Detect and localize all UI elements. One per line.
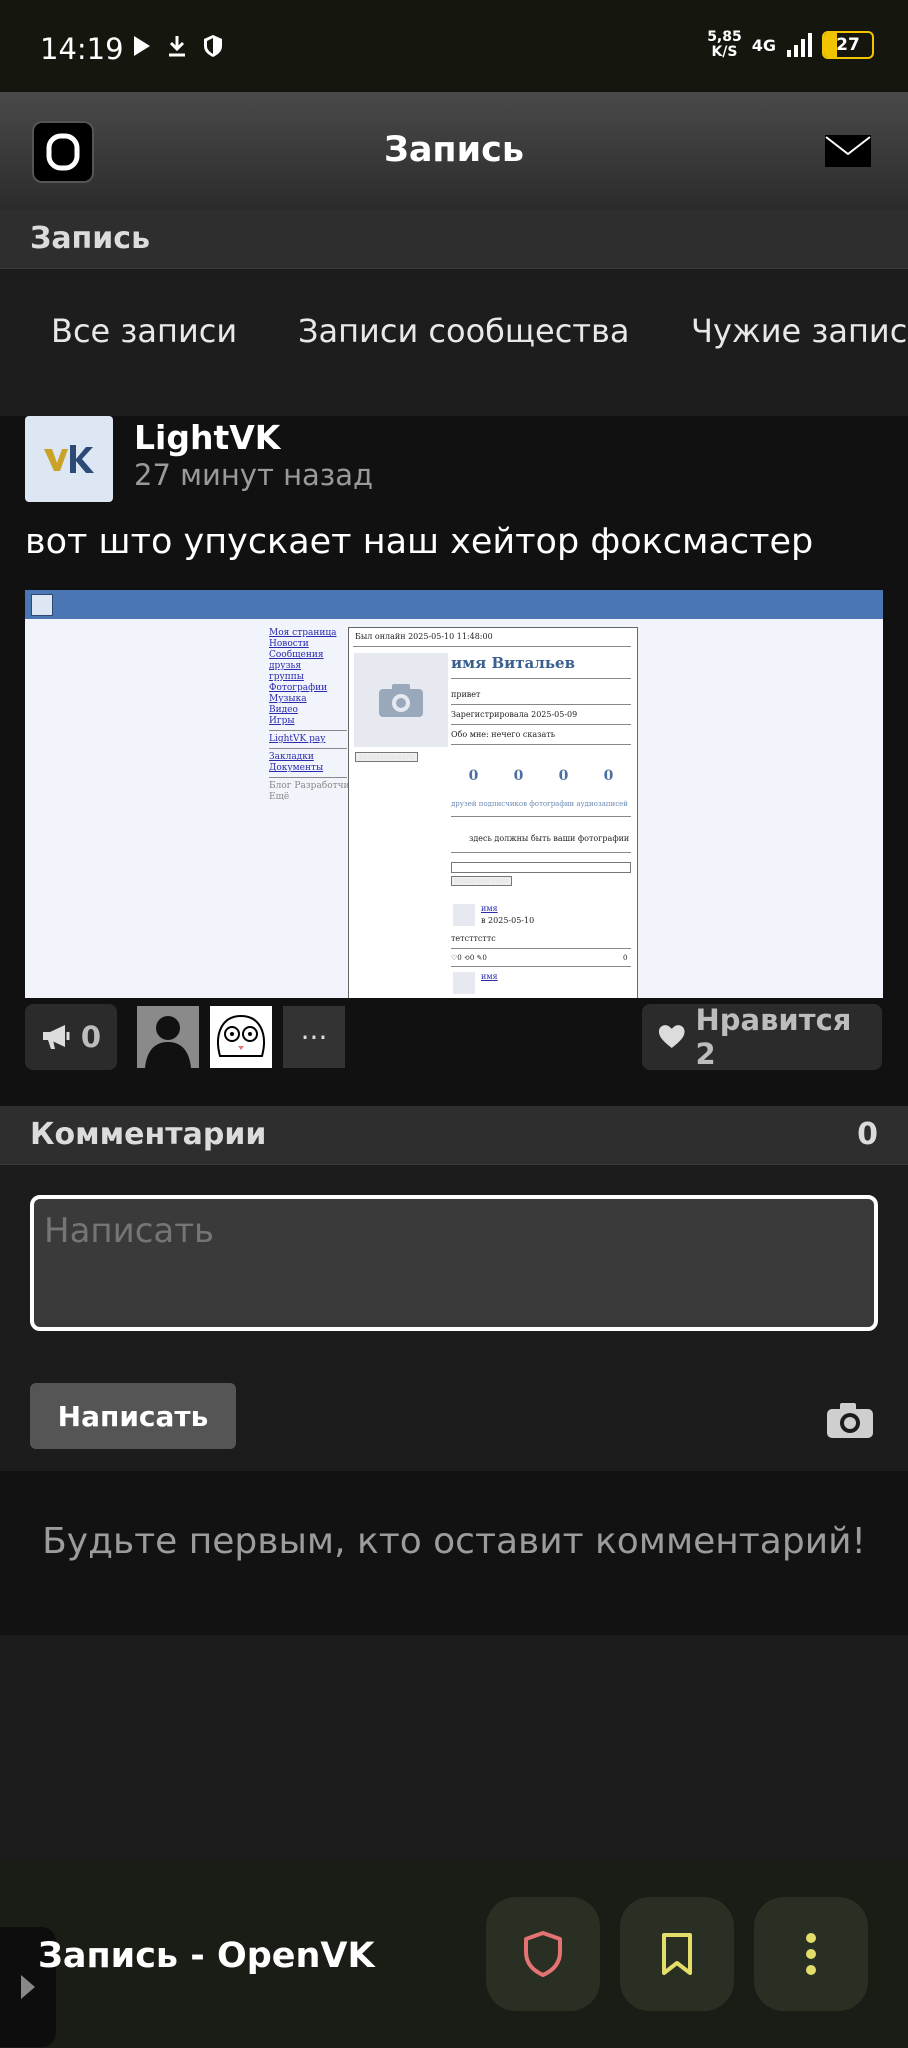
signal-icon (787, 33, 812, 57)
shot-empty-photos: здесь должны быть ваши фотографии (469, 834, 630, 843)
shot-name: имя Витальев (451, 654, 575, 672)
heart-icon (658, 1025, 685, 1048)
comment-input[interactable] (30, 1195, 878, 1331)
megaphone-icon (43, 1025, 70, 1049)
repost-button[interactable]: 0 (25, 1004, 117, 1070)
shot-wall-text: тетсттсттс (451, 934, 496, 943)
shot-count: 0 (468, 768, 479, 784)
network-speed: 5,85 K/S (707, 30, 742, 60)
shot-divider (451, 966, 631, 967)
empty-comments-text: Будьте первым, кто оставит комментарий! (42, 1521, 866, 1562)
like-label: Нравится 2 (695, 1003, 852, 1071)
comments-header: Комментарии 0 (0, 1106, 908, 1165)
like-button[interactable]: Нравится 2 (642, 1003, 882, 1071)
shot-divider (451, 948, 631, 949)
play-icon (134, 36, 150, 56)
comment-form: Написать (0, 1165, 908, 1471)
battery-icon: 27 (822, 31, 874, 59)
shot-logo-icon (31, 594, 53, 616)
vk-logo-icon (38, 437, 100, 481)
cartoon-cat-icon (210, 1006, 272, 1068)
battery-fill (824, 33, 837, 57)
shot-divider (451, 744, 631, 745)
shot-wall-date: в 2025-05-10 (481, 916, 535, 925)
more-options-button[interactable] (754, 1897, 868, 2011)
empty-comments: Будьте первым, кто оставит комментарий! (0, 1471, 908, 1635)
page-title: Запись (383, 130, 525, 170)
shot-nav-divider (269, 730, 347, 731)
shot-count: 0 (558, 768, 569, 784)
status-icons (132, 34, 224, 58)
mail-icon[interactable] (824, 134, 872, 172)
shot-divider (451, 816, 631, 817)
shot-divider (451, 852, 631, 853)
browser-page-title: Запись - OpenVK (38, 1936, 375, 1976)
shield-button[interactable] (486, 1897, 600, 2011)
shot-wall-author: имя (481, 972, 498, 981)
shot-online: Был онлайн 2025-05-10 11:48:00 (355, 632, 493, 641)
shot-registered: Зарегистрировала 2025-05-09 (451, 710, 578, 719)
shot-nav-divider (269, 777, 347, 778)
shot-camera-icon (354, 653, 448, 747)
app-bar: Запись (0, 92, 908, 210)
avatar[interactable] (25, 416, 113, 502)
more-likers-button[interactable]: ··· (283, 1006, 345, 1068)
shot-wall-author: имя (481, 904, 498, 913)
liker-avatar[interactable] (210, 1006, 272, 1068)
tab-others-posts[interactable]: Чужие записи (691, 312, 908, 350)
shot-header (25, 590, 883, 619)
bookmark-button[interactable] (620, 1897, 734, 2011)
repost-count: 0 (80, 1020, 101, 1054)
chevron-right-icon (21, 1975, 35, 1999)
shield-icon (204, 35, 222, 57)
network-type: 4G (751, 35, 776, 55)
speed-unit: K/S (711, 44, 738, 60)
shot-divider (353, 646, 631, 647)
download-icon (169, 36, 185, 57)
post-time[interactable]: 27 минут назад (134, 458, 373, 492)
more-vertical-icon (806, 1933, 816, 1975)
status-time: 14:19 (40, 32, 124, 66)
submit-comment-button[interactable]: Написать (30, 1383, 236, 1449)
shot-status: привет (451, 690, 481, 699)
bookmark-icon (662, 1933, 692, 1975)
shot-count: 0 (603, 768, 614, 784)
shot-about: Обо мне: нечего сказать (451, 730, 556, 739)
shield-icon (524, 1931, 562, 1977)
shot-input (451, 862, 631, 873)
camera-icon[interactable] (826, 1401, 874, 1443)
person-silhouette-icon (137, 1006, 199, 1068)
section-header: Запись (0, 210, 908, 269)
shot-divider (451, 678, 631, 679)
tab-community-posts[interactable]: Записи сообщества (298, 312, 629, 350)
speed-value: 5,85 (707, 29, 742, 45)
shot-wall-right: 0 (623, 954, 628, 962)
shot-counts: 0 0 0 0 (451, 768, 631, 784)
shot-divider (451, 724, 631, 725)
shot-mini-avatar (453, 972, 475, 994)
comments-count: 0 (857, 1117, 878, 1152)
comments-title: Комментарии (30, 1117, 267, 1152)
shot-count-labels: друзей подписчиков фотографии аудиозапис… (451, 800, 628, 808)
post-text: вот што упускает наш хейтор фоксмастер (25, 522, 814, 562)
shot-edit-button: редактировать (355, 752, 418, 762)
shot-mini-avatar (453, 904, 475, 926)
tab-all-posts[interactable]: Все записи (51, 312, 237, 350)
post-actions: 0 ··· Нравится 2 (0, 1003, 908, 1071)
browser-bottom-bar: Запись - OpenVK (0, 1859, 908, 2048)
post-author[interactable]: LightVK (134, 418, 280, 457)
shot-write-button: написать пост (451, 876, 512, 886)
shot-profile: Был онлайн 2025-05-10 11:48:00 редактиро… (348, 627, 638, 998)
wall-tabs: Все записи Записи сообщества Чужие запис… (0, 278, 908, 416)
status-right: 5,85 K/S 4G 27 (707, 30, 874, 60)
post-image[interactable]: Моя страница Новости Сообщения друзья гр… (25, 590, 883, 998)
shot-wall-stats: ♡0 ⟲0 ✎0 (451, 954, 487, 962)
status-bar: 14:19 5,85 K/S 4G 27 (0, 0, 908, 92)
shot-divider (451, 704, 631, 705)
shot-nav-divider (269, 748, 347, 749)
battery-level: 27 (836, 35, 860, 55)
liker-avatar[interactable] (137, 1006, 199, 1068)
shot-count: 0 (513, 768, 524, 784)
section-title: Запись (30, 221, 151, 256)
